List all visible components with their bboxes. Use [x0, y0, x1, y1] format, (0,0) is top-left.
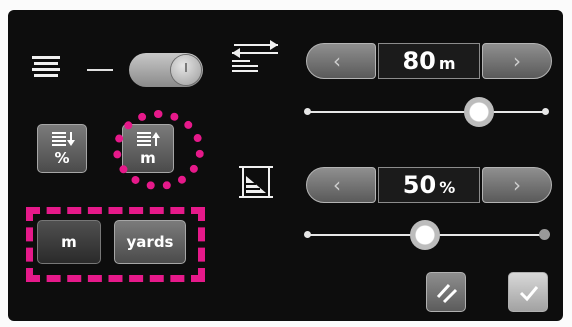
chevron-left-icon: ‹ — [333, 173, 341, 197]
distance-slider-start — [304, 108, 311, 115]
distance-adjust-icon — [232, 40, 278, 72]
percent-unit: % — [439, 178, 456, 197]
power-knob-icon — [171, 55, 201, 85]
distance-unit: m — [438, 54, 456, 73]
percent-value-display: 50% — [378, 167, 480, 203]
distance-slider-end — [542, 108, 549, 115]
highlight-circle — [113, 110, 204, 190]
distance-stepper: ‹ 80 m › — [306, 43, 552, 79]
highlight-rectangle — [26, 207, 205, 282]
area-percent-icon — [239, 166, 273, 198]
distance-slider-track[interactable] — [309, 111, 545, 113]
percent-value: 50 — [402, 171, 437, 199]
page-frame: % m m yards ‹ 80 m › ‹ 50 % › — [0, 0, 572, 327]
distance-decrement-button[interactable]: ‹ — [306, 43, 376, 79]
percent-stepper: ‹ 50% › — [306, 167, 552, 203]
percent-increment-button[interactable]: › — [482, 167, 552, 203]
percent-slider-end — [539, 229, 550, 240]
percent-decrement-button[interactable]: ‹ — [306, 167, 376, 203]
chevron-right-icon: › — [513, 49, 521, 73]
check-icon — [519, 286, 539, 302]
settings-screen: % m m yards ‹ 80 m › ‹ 50 % › — [8, 10, 563, 321]
chevron-left-icon: ‹ — [333, 49, 341, 73]
line-spacing-icon — [32, 56, 60, 77]
distance-value-display: 80 m — [378, 43, 480, 79]
spacing-toggle[interactable] — [129, 53, 203, 87]
confirm-button[interactable] — [508, 272, 548, 312]
percent-slider-start — [304, 231, 311, 238]
toggle-connector — [87, 69, 113, 71]
spacing-down-icon — [52, 132, 75, 146]
distance-slider-thumb[interactable] — [463, 97, 494, 127]
distance-value: 80 — [402, 47, 436, 75]
reset-button[interactable] — [426, 272, 466, 312]
percent-mode-label: % — [54, 149, 70, 167]
percent-slider-thumb[interactable] — [410, 220, 440, 250]
distance-increment-button[interactable]: › — [482, 43, 552, 79]
chevron-right-icon: › — [513, 173, 521, 197]
percent-mode-button[interactable]: % — [37, 124, 87, 173]
double-slash-icon — [436, 283, 458, 304]
